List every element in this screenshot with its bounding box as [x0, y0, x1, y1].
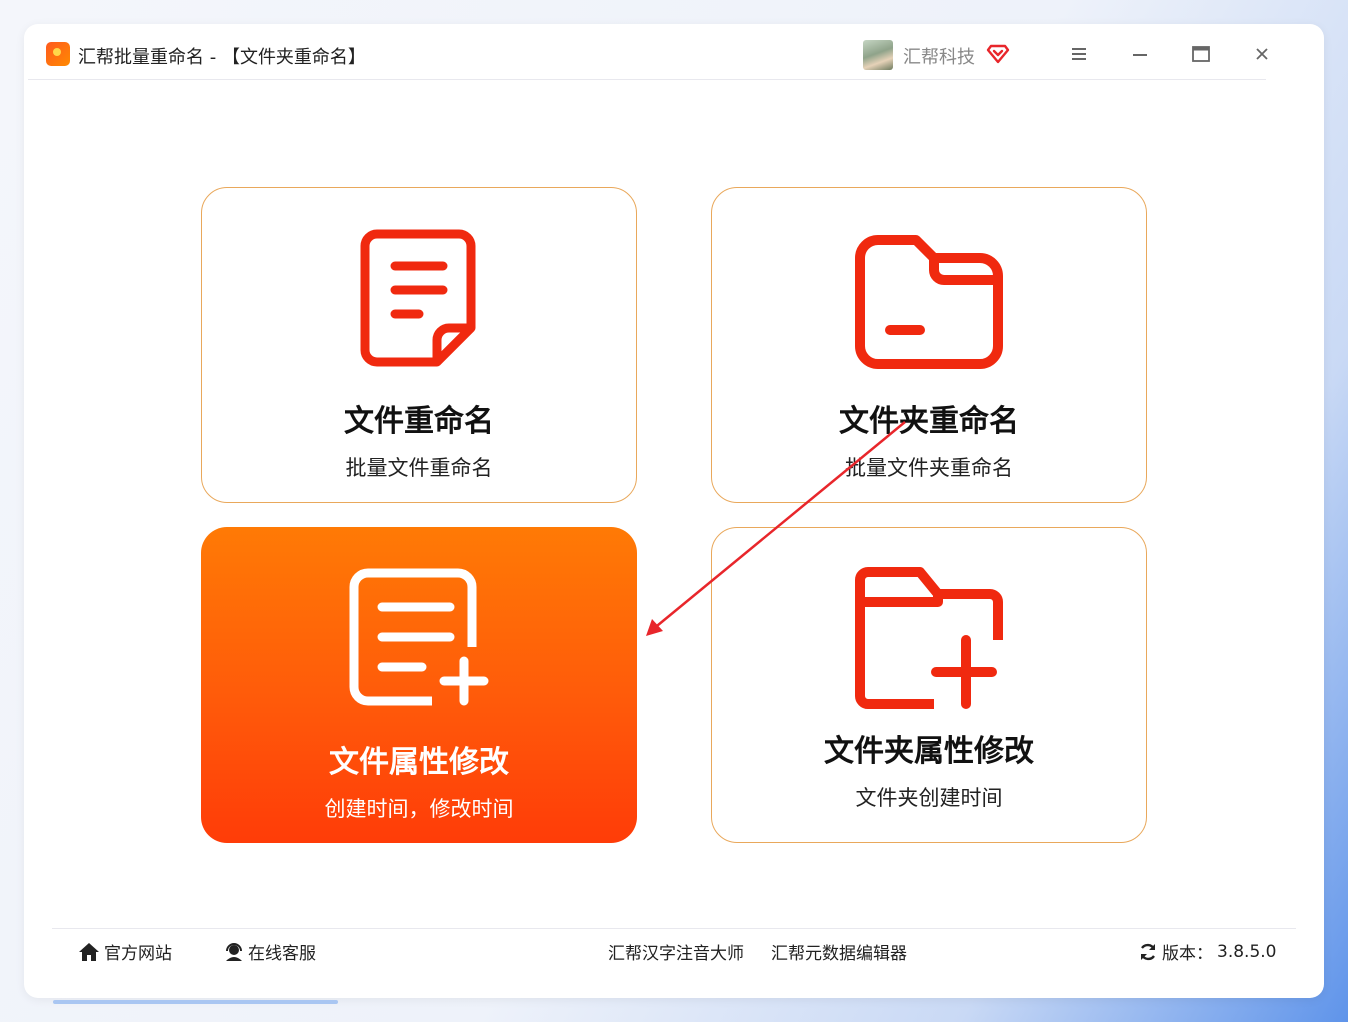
website-link[interactable]: 官方网站: [78, 939, 172, 964]
support-label: 在线客服: [248, 944, 316, 964]
support-link[interactable]: 在线客服: [224, 939, 316, 964]
product-link-phonetic[interactable]: 汇帮汉字注音大师: [608, 939, 744, 964]
scrollbar[interactable]: [53, 1000, 338, 1004]
annotation-arrow: [646, 421, 906, 636]
website-label: 官方网站: [104, 944, 172, 964]
product-link-metadata-label: 汇帮元数据编辑器: [771, 944, 907, 964]
customer-service-icon: [226, 942, 242, 961]
version-number: 3.8.5.0: [1217, 941, 1277, 962]
version-label: 版本：: [1162, 944, 1213, 964]
version-info[interactable]: 版本： 3.8.5.0: [1138, 939, 1276, 964]
refresh-icon: [1140, 943, 1156, 960]
product-link-metadata[interactable]: 汇帮元数据编辑器: [771, 939, 907, 964]
home-icon: [79, 942, 99, 961]
product-link-phonetic-label: 汇帮汉字注音大师: [608, 944, 744, 964]
footer-bar: 官方网站 在线客服 汇帮汉字注音大师 汇帮元数据编辑器 版本： 3.8.5.0: [52, 928, 1296, 970]
